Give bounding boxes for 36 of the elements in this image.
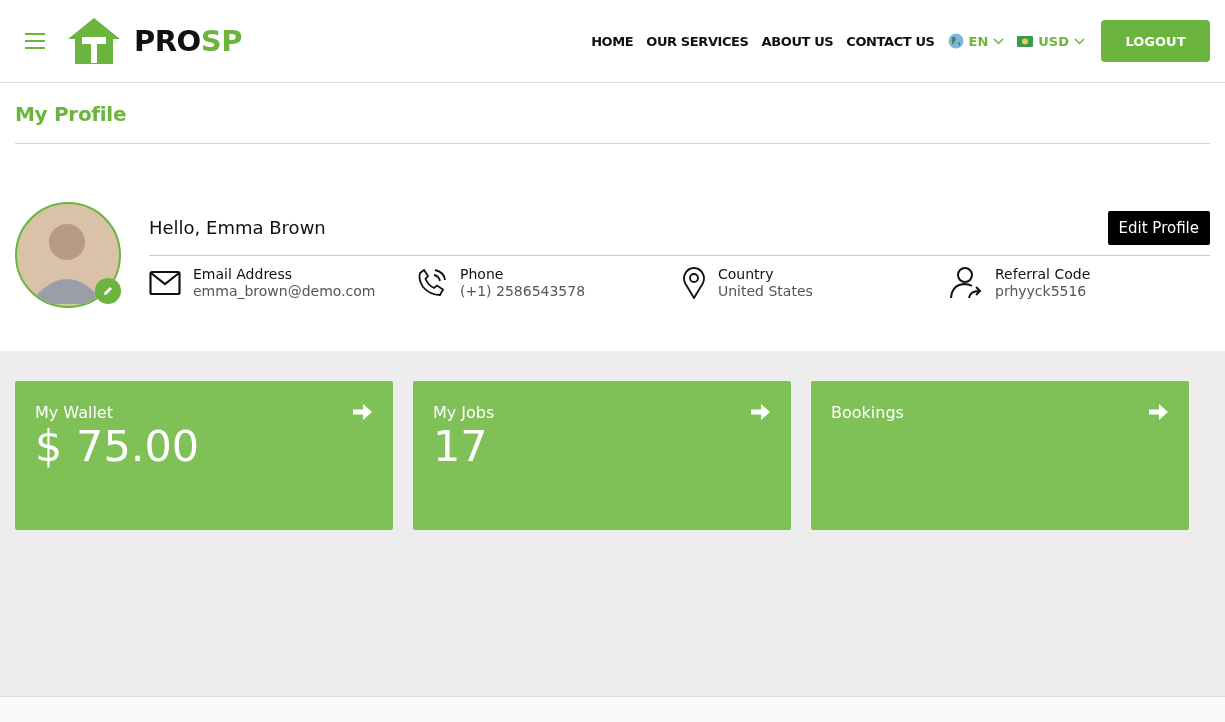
map-pin-icon	[682, 266, 706, 299]
card-label: My Wallet	[35, 402, 113, 422]
brand-name[interactable]: PROSP	[134, 24, 242, 58]
nav-link[interactable]: ABOUT US	[761, 33, 834, 49]
detail-label: Referral Code	[995, 266, 1091, 282]
detail-label: Phone	[460, 266, 505, 282]
nav-link[interactable]: OUR SERVICES	[646, 33, 749, 49]
chevron-down-icon[interactable]	[993, 37, 1005, 45]
pencil-icon	[102, 285, 114, 297]
detail-label: Email Address	[193, 266, 294, 282]
detail-label: Country	[718, 266, 775, 282]
house-logo-icon[interactable]	[66, 17, 122, 65]
detail-value: prhyyck5516	[995, 283, 1088, 299]
envelope-icon	[149, 269, 181, 296]
edit-profile-button[interactable]: Edit Profile	[1107, 210, 1210, 245]
edit-avatar-button[interactable]	[95, 278, 121, 304]
user-share-icon	[949, 265, 983, 300]
globe-icon	[947, 33, 964, 49]
menu-icon[interactable]	[24, 33, 46, 49]
detail-value: (+1) 2586543578	[460, 283, 586, 299]
arrow-right-icon[interactable]	[749, 401, 771, 423]
arrow-right-icon[interactable]	[351, 401, 373, 423]
greeting-text: Hello, Emma Brown	[149, 217, 326, 238]
card-value: $ 75.00	[35, 423, 201, 471]
detail-value: United States	[718, 283, 813, 299]
card-label: My Jobs	[433, 402, 495, 422]
phone-icon	[416, 266, 448, 299]
card-value: 17	[433, 423, 489, 471]
arrow-right-icon[interactable]	[1147, 401, 1169, 423]
nav-link[interactable]: CONTACT US	[846, 33, 935, 49]
chevron-down-icon[interactable]	[1074, 37, 1085, 45]
nav-link[interactable]: HOME	[591, 33, 634, 49]
page-title: My Profile	[15, 101, 128, 128]
banknote-icon	[1017, 35, 1034, 47]
card-label: Bookings	[831, 402, 904, 422]
detail-value: emma_brown@demo.com	[193, 283, 376, 299]
